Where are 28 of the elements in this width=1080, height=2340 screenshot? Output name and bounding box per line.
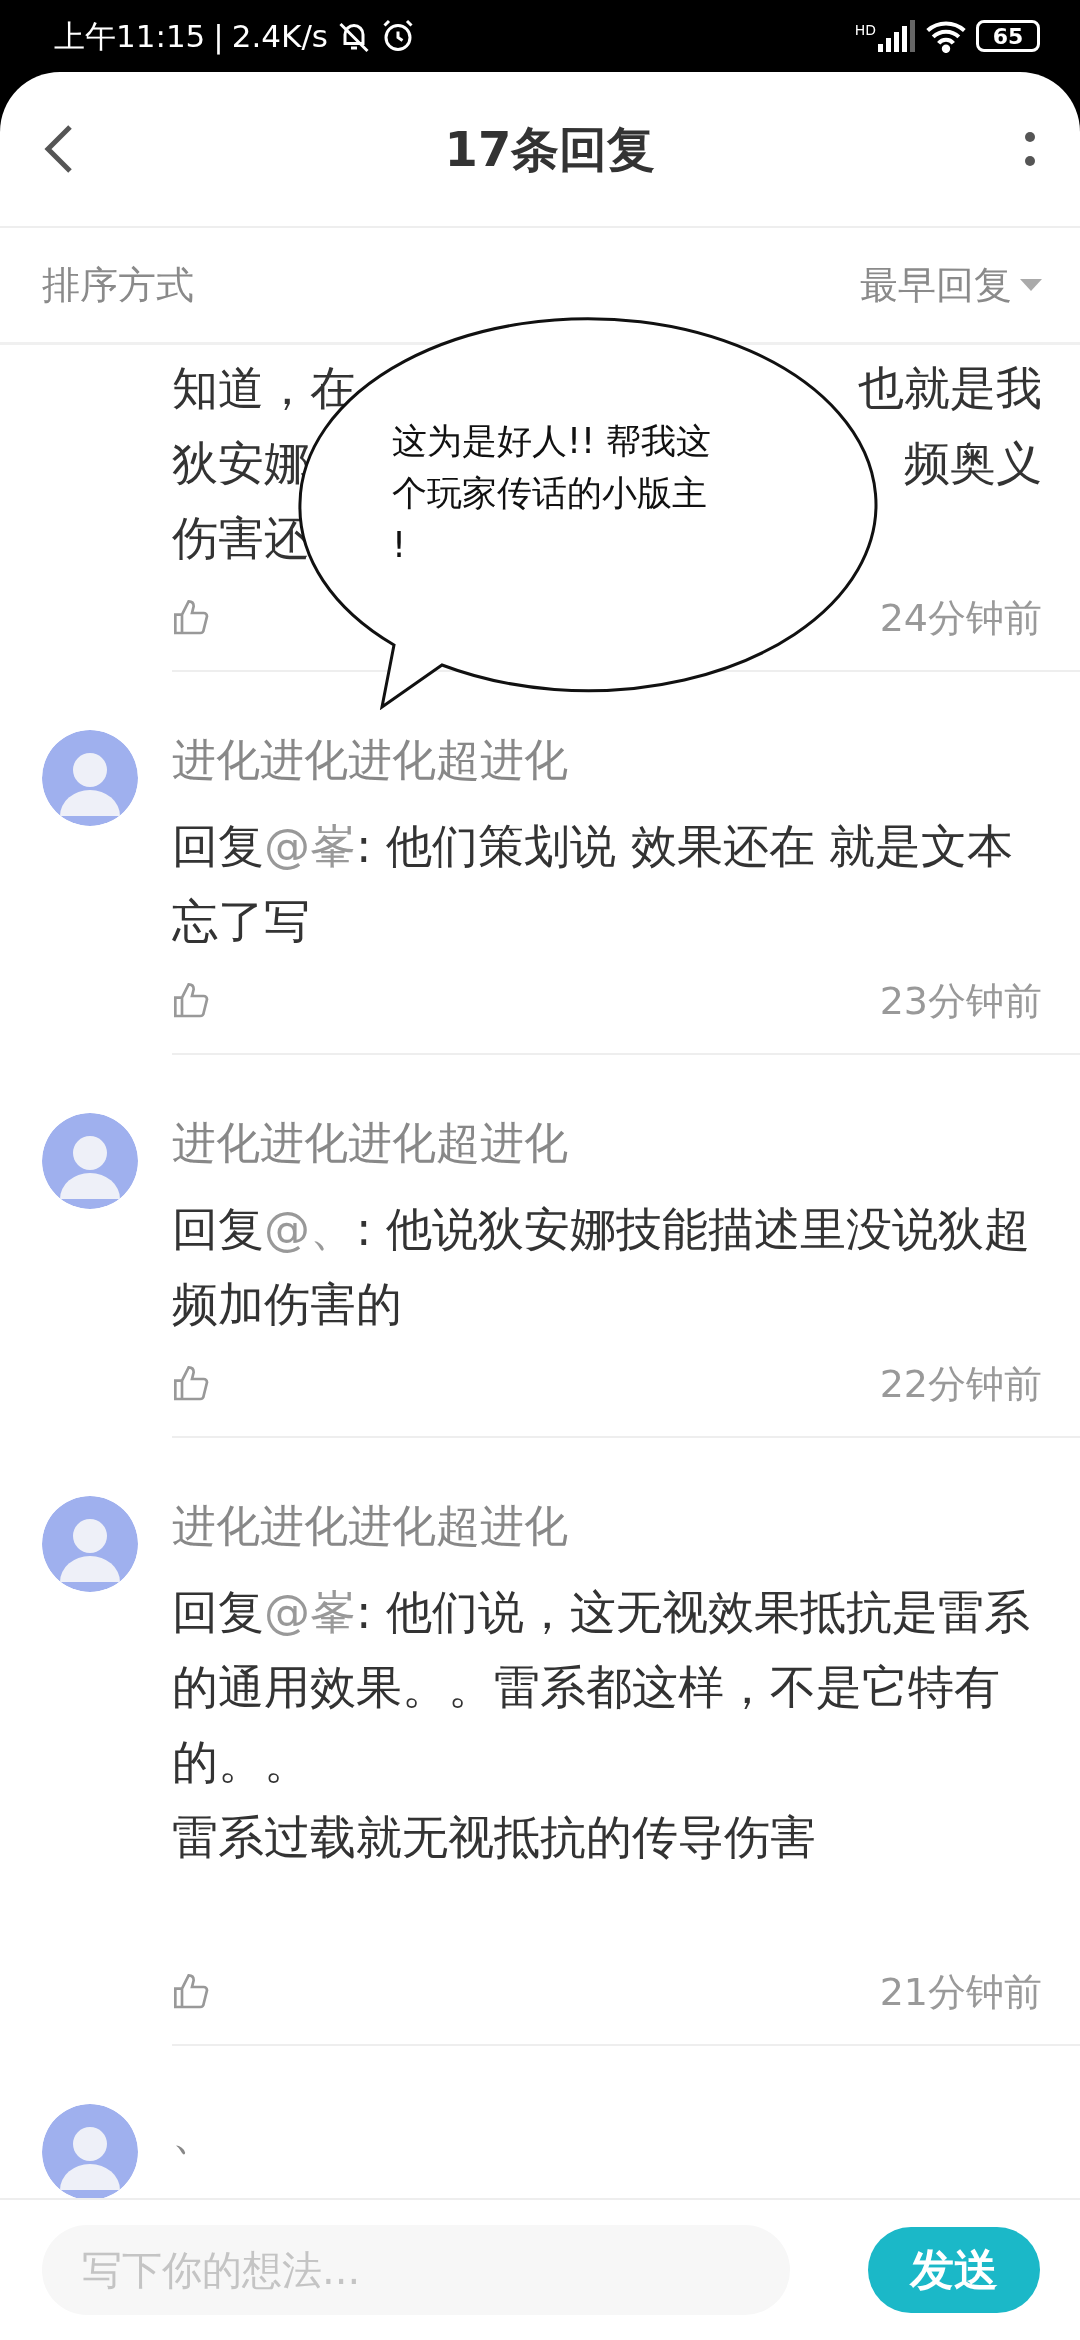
sort-label: 排序方式 (42, 261, 194, 309)
comment-time: 23分钟前 (879, 977, 1042, 1025)
network-type: HD (854, 21, 876, 40)
comment-text: 回复@、: 他说狄安娜技能描述里没说狄超频加伤害的 (172, 1201, 1032, 1333)
comment-time: 21分钟前 (879, 1968, 1042, 2016)
author-name: 进化进化进化超进化 (172, 734, 569, 786)
page-title: 17条回复 (444, 120, 656, 179)
bubble-text: 这为是好人!! 帮我这 个玩家传话的小版主 ! (392, 420, 712, 567)
comment-time: 24分钟前 (879, 594, 1042, 642)
status-time: 上午11:15 (54, 16, 206, 56)
comment-time: 22分钟前 (879, 1360, 1042, 1408)
wifi-icon (924, 19, 968, 53)
battery-level: 65 (992, 22, 1024, 51)
author-name: 、 (172, 2108, 217, 2160)
caret-icon (1020, 279, 1042, 291)
signal-icon (876, 20, 916, 52)
comment-text: 回复@峯: 他们策划说 效果还在 就是文本忘了写 (172, 818, 1015, 950)
send-button[interactable]: 发送 (868, 2227, 1040, 2313)
status-separator: | (213, 16, 224, 57)
sort-dropdown[interactable]: 最早回复 (860, 256, 1042, 314)
network-speed: 2.4K/s (231, 16, 329, 56)
comment-text: 雷系过载就无视抵抗的传导伤害 (172, 1809, 817, 1866)
comment-text: 也就是我 (858, 360, 1042, 417)
comment-text: 回复@峯: 他们说，这无视效果抵抗是雷系的通用效果。。雷系都这样，不是它特有的。。 (172, 1584, 1032, 1791)
comment-text: 知道，在 (172, 360, 356, 417)
author-name: 进化进化进化超进化 (172, 1117, 569, 1169)
comment-text: 频奥义 (904, 435, 1042, 492)
author-name: 进化进化进化超进化 (172, 1500, 569, 1552)
